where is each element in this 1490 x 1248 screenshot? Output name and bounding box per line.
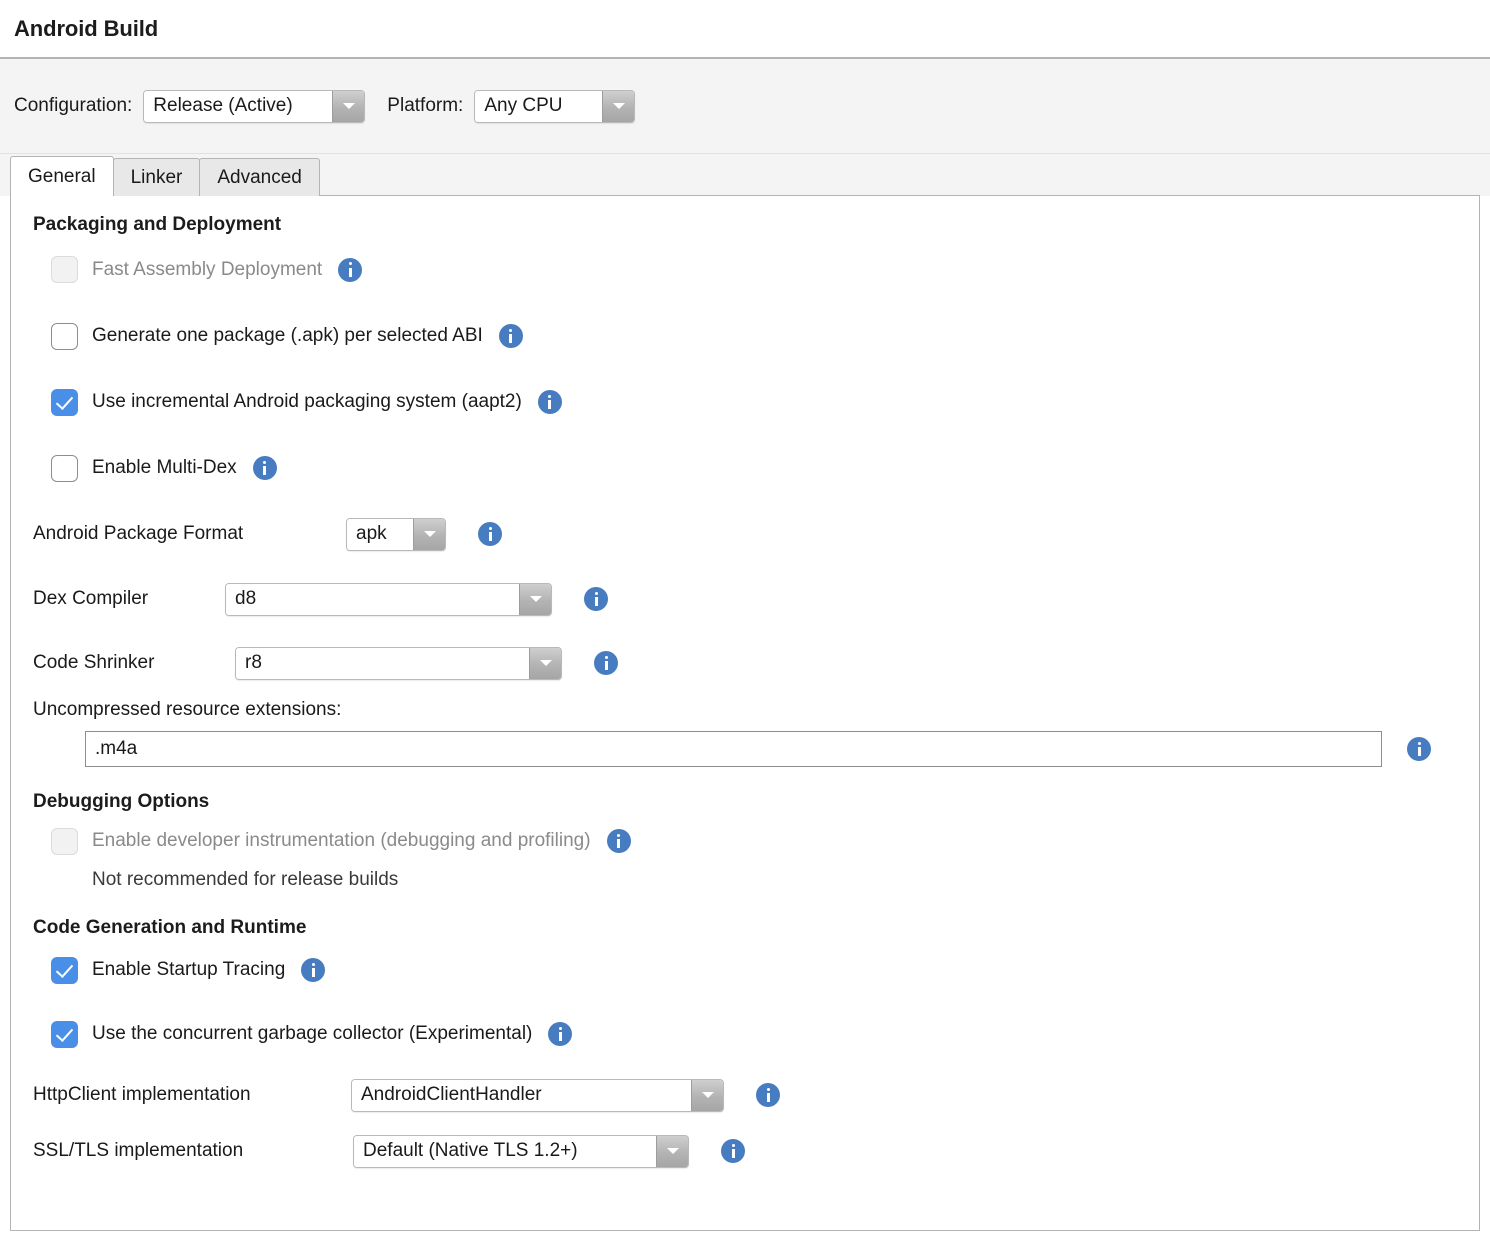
configuration-toolbar: Configuration: Release (Active) Platform… [0, 59, 1490, 154]
debugging-note: Not recommended for release builds [92, 869, 399, 890]
platform-dropdown[interactable]: Any CPU [474, 89, 636, 123]
info-icon[interactable] [301, 958, 326, 982]
configuration-dropdown-value: Release (Active) [144, 90, 333, 122]
info-icon[interactable] [498, 324, 523, 348]
tab-general[interactable]: General [10, 156, 114, 196]
android-package-format-label: Android Package Format [33, 523, 244, 544]
use-aapt2-checkbox[interactable] [51, 388, 78, 416]
enable-startup-tracing-row[interactable]: Enable Startup Tracing [33, 939, 1479, 1001]
tab-general-label: General [28, 165, 96, 187]
tab-advanced-label: Advanced [217, 166, 302, 188]
httpclient-implementation-row: HttpClient implementation AndroidClientH… [33, 1067, 1479, 1123]
platform-dropdown-value: Any CPU [475, 90, 603, 122]
info-icon[interactable] [478, 522, 502, 546]
fast-assembly-deployment-checkbox [51, 256, 78, 283]
use-aapt2-row[interactable]: Use incremental Android packaging system… [33, 369, 1479, 435]
dex-compiler-dropdown[interactable]: d8 [225, 582, 552, 616]
info-icon[interactable] [606, 829, 631, 853]
fast-assembly-deployment-label: Fast Assembly Deployment [92, 258, 323, 280]
use-aapt2-label: Use incremental Android packaging system… [92, 391, 522, 412]
section-title-codegen: Code Generation and Runtime [33, 917, 307, 938]
chevron-down-icon[interactable] [413, 518, 445, 550]
configuration-label: Configuration: [14, 95, 133, 116]
info-icon[interactable] [756, 1083, 780, 1107]
uncompressed-resource-extensions-input[interactable]: .m4a [85, 731, 1382, 767]
info-icon[interactable] [1407, 737, 1431, 761]
tab-advanced[interactable]: Advanced [199, 158, 320, 196]
tab-linker-label: Linker [130, 166, 183, 188]
concurrent-gc-row[interactable]: Use the concurrent garbage collector (Ex… [33, 1001, 1479, 1067]
chevron-down-icon[interactable] [529, 647, 561, 679]
info-icon[interactable] [252, 456, 277, 480]
android-package-format-row: Android Package Format apk [33, 501, 1479, 567]
uncompressed-resource-extensions-row: .m4a [33, 721, 1479, 777]
ssltls-implementation-value: Default (Native TLS 1.2+) [354, 1135, 656, 1167]
chevron-down-icon[interactable] [332, 90, 365, 122]
page-header: Android Build [0, 0, 1490, 59]
dex-compiler-value: d8 [226, 583, 519, 615]
configuration-dropdown[interactable]: Release (Active) [143, 89, 366, 123]
developer-instrumentation-row[interactable]: Enable developer instrumentation (debugg… [33, 813, 1479, 869]
chevron-down-icon[interactable] [519, 583, 551, 615]
generate-package-per-abi-label: Generate one package (.apk) per selected… [92, 325, 483, 346]
chevron-down-icon[interactable] [602, 90, 635, 122]
enable-multi-dex-label: Enable Multi-Dex [92, 457, 237, 478]
generate-package-per-abi-checkbox[interactable] [51, 322, 78, 350]
android-package-format-dropdown[interactable]: apk [346, 517, 446, 551]
info-icon[interactable] [338, 257, 363, 282]
code-shrinker-value: r8 [236, 647, 529, 679]
developer-instrumentation-label: Enable developer instrumentation (debugg… [92, 830, 591, 851]
ssltls-implementation-label: SSL/TLS implementation [33, 1140, 244, 1161]
info-icon[interactable] [537, 390, 562, 414]
section-title-debugging: Debugging Options [33, 791, 210, 812]
info-icon[interactable] [594, 651, 618, 675]
chevron-down-icon[interactable] [691, 1079, 723, 1111]
code-shrinker-row: Code Shrinker r8 [33, 631, 1479, 695]
info-icon[interactable] [548, 1022, 573, 1046]
tab-linker[interactable]: Linker [112, 158, 201, 196]
enable-startup-tracing-checkbox[interactable] [51, 956, 78, 984]
chevron-down-icon[interactable] [656, 1135, 688, 1167]
page-title: Android Build [14, 15, 159, 41]
platform-label: Platform: [387, 95, 464, 116]
ssltls-implementation-row: SSL/TLS implementation Default (Native T… [33, 1123, 1479, 1179]
code-shrinker-label: Code Shrinker [33, 652, 155, 673]
developer-instrumentation-checkbox [51, 827, 78, 855]
code-shrinker-dropdown[interactable]: r8 [235, 646, 562, 680]
concurrent-gc-label: Use the concurrent garbage collector (Ex… [92, 1023, 533, 1044]
generate-package-per-abi-row[interactable]: Generate one package (.apk) per selected… [33, 303, 1479, 369]
general-tab-panel: Packaging and Deployment Fast Assembly D… [10, 195, 1480, 1231]
enable-multi-dex-row[interactable]: Enable Multi-Dex [33, 435, 1479, 501]
section-title-packaging: Packaging and Deployment [33, 214, 282, 235]
enable-startup-tracing-label: Enable Startup Tracing [92, 959, 286, 980]
concurrent-gc-checkbox[interactable] [51, 1020, 78, 1048]
enable-multi-dex-checkbox[interactable] [51, 454, 78, 482]
android-package-format-value: apk [347, 518, 413, 550]
dex-compiler-row: Dex Compiler d8 [33, 567, 1479, 631]
httpclient-implementation-dropdown[interactable]: AndroidClientHandler [351, 1078, 724, 1112]
tab-bar: General Linker Advanced [0, 154, 1490, 196]
httpclient-implementation-label: HttpClient implementation [33, 1084, 251, 1105]
info-icon[interactable] [584, 587, 608, 611]
info-icon[interactable] [721, 1139, 745, 1163]
uncompressed-resource-extensions-label: Uncompressed resource extensions: [33, 699, 342, 720]
httpclient-implementation-value: AndroidClientHandler [352, 1079, 691, 1111]
dex-compiler-label: Dex Compiler [33, 588, 149, 609]
ssltls-implementation-dropdown[interactable]: Default (Native TLS 1.2+) [353, 1134, 689, 1168]
fast-assembly-deployment-row[interactable]: Fast Assembly Deployment [33, 236, 1479, 303]
